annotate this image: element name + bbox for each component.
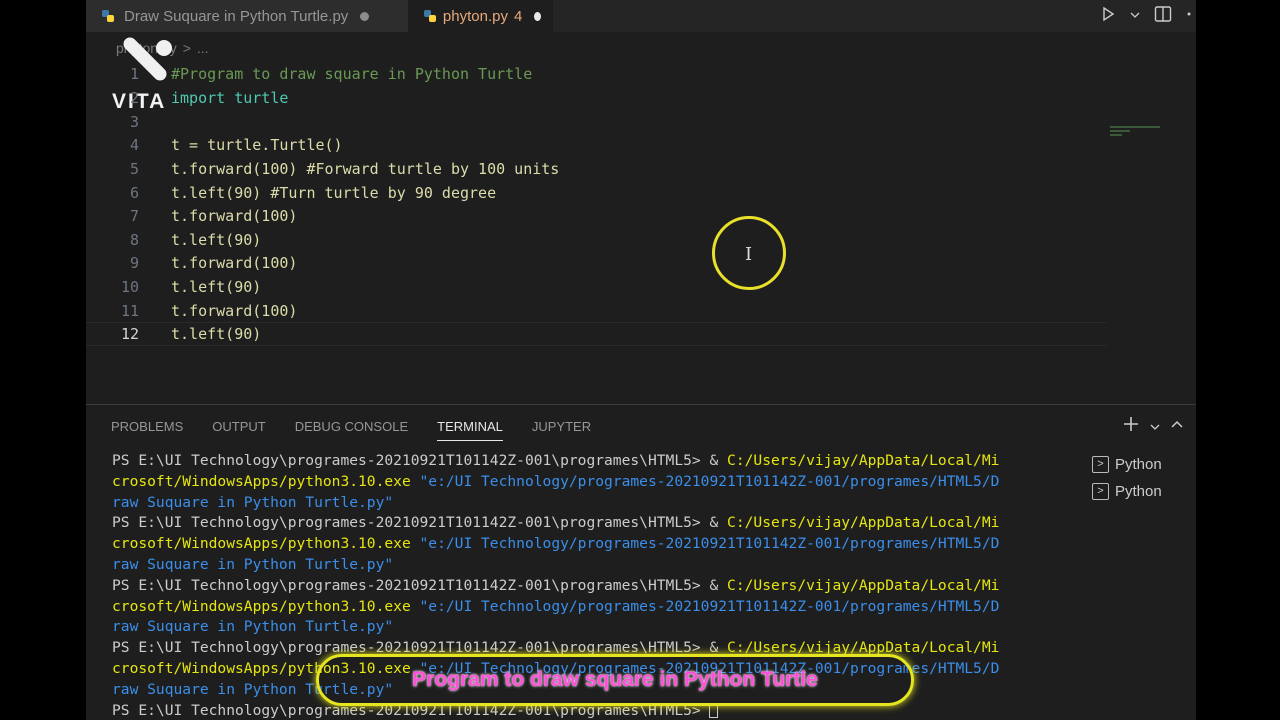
- minimap[interactable]: [1110, 126, 1190, 152]
- code-editor[interactable]: 1 #Program to draw square in Python Turt…: [86, 62, 1196, 362]
- tab-terminal[interactable]: TERMINAL: [437, 419, 503, 441]
- editor-actions: [1100, 0, 1196, 32]
- tab-output[interactable]: OUTPUT: [212, 419, 265, 441]
- terminal-icon: >: [1092, 456, 1109, 473]
- code-line: 10 t.left(90): [86, 275, 1106, 299]
- line-text: t.forward(100): [171, 254, 298, 272]
- caption-text: Program to draw square in Python Turtle: [412, 668, 818, 691]
- line-number: 8: [129, 231, 139, 249]
- line-text: import turtle: [171, 89, 289, 107]
- line-number: 5: [129, 160, 139, 178]
- line-text: t.left(90) #Turn turtle by 90 degree: [171, 184, 497, 202]
- line-number: 10: [120, 278, 139, 296]
- terminal-instance[interactable]: > Python: [1092, 451, 1162, 478]
- text-cursor-icon: I: [745, 244, 753, 265]
- breadcrumb-rest[interactable]: ...: [197, 40, 209, 56]
- terminal-line: raw Suquare in Python Turtle.py": [112, 493, 394, 511]
- terminal-line: raw Suquare in Python Turtle.py": [112, 555, 394, 573]
- terminal-instance-label: Python: [1115, 456, 1162, 473]
- line-number: 12: [120, 325, 139, 343]
- terminal-line: crosoft/WindowsApps/python3.10.exe "e:/U…: [112, 472, 1000, 490]
- tab-label: Draw Suquare in Python Turtle.py: [124, 7, 349, 25]
- maximize-panel-chevron-up-icon[interactable]: [1170, 416, 1184, 437]
- line-text: t.left(90): [171, 278, 262, 296]
- line-text: #Program to draw square in Python Turtle: [171, 65, 533, 83]
- code-line: 3: [86, 110, 1106, 134]
- new-terminal-plus-icon[interactable]: [1122, 415, 1140, 438]
- tab-draw-square[interactable]: Draw Suquare in Python Turtle.py: [86, 0, 408, 32]
- terminal-instance[interactable]: > Python: [1092, 478, 1162, 505]
- chevron-down-icon[interactable]: [1150, 416, 1160, 437]
- code-line: 11 t.forward(100): [86, 299, 1106, 323]
- tab-problems[interactable]: PROBLEMS: [111, 419, 183, 441]
- line-text: t.forward(100): [171, 302, 298, 320]
- terminal-list: > Python > Python: [1092, 451, 1162, 505]
- line-number: 2: [129, 89, 139, 107]
- video-caption: Program to draw square in Python Turtle: [316, 654, 914, 706]
- code-line: 6 t.left(90) #Turn turtle by 90 degree: [86, 181, 1106, 205]
- unsaved-dot-icon[interactable]: [534, 11, 541, 21]
- line-number: 4: [129, 136, 139, 154]
- editor-tab-bar: Draw Suquare in Python Turtle.py phyton.…: [86, 0, 1196, 32]
- code-line: 9 t.forward(100): [86, 251, 1106, 275]
- code-line-current: 12 t.left(90): [86, 322, 1106, 346]
- code-line: 7 t.forward(100): [86, 204, 1106, 228]
- terminal-line: PS E:\UI Technology\programes-20210921T1…: [112, 514, 1000, 532]
- terminal-instance-label: Python: [1115, 483, 1162, 500]
- terminal-line: crosoft/WindowsApps/python3.10.exe "e:/U…: [112, 597, 1000, 615]
- line-text: t.left(90): [171, 231, 262, 249]
- code-line: 1 #Program to draw square in Python Turt…: [86, 62, 1106, 86]
- tab-label: phyton.py: [442, 7, 508, 25]
- line-number: 11: [120, 302, 139, 320]
- terminal-line: crosoft/WindowsApps/python3.10.exe "e:/U…: [112, 535, 1000, 553]
- line-number: 9: [129, 254, 139, 272]
- line-number: 1: [129, 65, 139, 83]
- python-file-icon: [102, 10, 114, 22]
- code-line: 5 t.forward(100) #Forward turtle by 100 …: [86, 157, 1106, 181]
- line-text: t.left(90): [171, 325, 262, 343]
- line-text: t = turtle.Turtle(): [171, 136, 343, 154]
- terminal-line: PS E:\UI Technology\programes-20210921T1…: [112, 452, 1000, 469]
- play-icon[interactable]: [1100, 6, 1116, 27]
- panel-tabs: PROBLEMS OUTPUT DEBUG CONSOLE TERMINAL J…: [111, 419, 591, 441]
- unsaved-dot-icon[interactable]: [360, 11, 370, 21]
- line-number: 3: [129, 113, 139, 131]
- split-editor-icon[interactable]: [1154, 5, 1172, 28]
- line-number: 7: [129, 207, 139, 225]
- problem-count-badge: 4: [513, 7, 523, 25]
- code-line: 4 t = turtle.Turtle(): [86, 133, 1106, 157]
- tab-phyton[interactable]: phyton.py 4: [408, 0, 553, 32]
- tab-jupyter[interactable]: JUPYTER: [532, 419, 591, 441]
- terminal-icon: >: [1092, 483, 1109, 500]
- line-number: 6: [129, 184, 139, 202]
- terminal-line: raw Suquare in Python Turtle.py": [112, 618, 394, 636]
- python-file-icon: [424, 10, 436, 22]
- line-text: t.forward(100) #Forward turtle by 100 un…: [171, 160, 560, 178]
- panel-actions: [1122, 415, 1184, 438]
- line-text: t.forward(100): [171, 207, 298, 225]
- more-icon[interactable]: [1186, 5, 1192, 28]
- tab-debug-console[interactable]: DEBUG CONSOLE: [295, 419, 408, 441]
- chevron-down-icon[interactable]: [1130, 7, 1140, 25]
- vscode-window: Draw Suquare in Python Turtle.py phyton.…: [86, 0, 1196, 720]
- terminal-line: PS E:\UI Technology\programes-20210921T1…: [112, 576, 1000, 594]
- code-line: 2 import turtle: [86, 86, 1106, 110]
- code-line: 8 t.left(90): [86, 228, 1106, 252]
